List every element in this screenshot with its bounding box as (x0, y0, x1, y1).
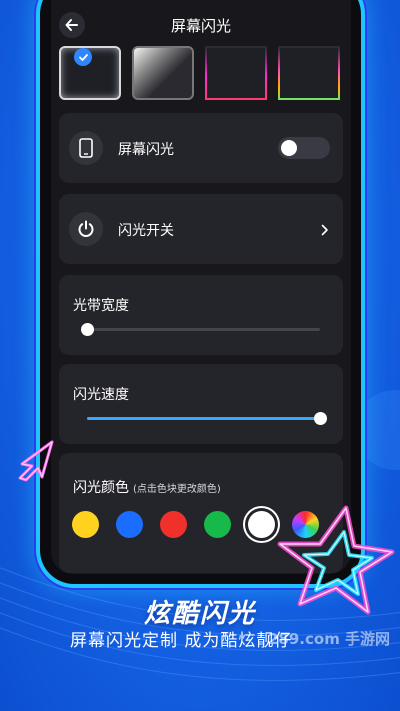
effect-thumbnails (59, 46, 351, 102)
promo-subtitle: 屏幕闪光定制 成为酷炫靓仔 (70, 631, 293, 651)
band-width-track[interactable] (87, 328, 320, 331)
effect-thumbnail-3[interactable] (205, 46, 267, 100)
flash-switch-card[interactable]: 闪光开关 (59, 194, 343, 264)
color-swatch-3[interactable] (160, 511, 187, 538)
flash-color-label: 闪光颜色 (73, 480, 129, 496)
screen-flash-label: 屏幕闪光 (118, 142, 174, 158)
top-bar: 屏幕闪光 (51, 0, 351, 46)
flash-speed-fill (87, 417, 320, 420)
power-icon (69, 212, 103, 246)
watermark-text: 289.com 手游网 (268, 630, 391, 648)
flash-speed-slider-thumb[interactable] (313, 412, 327, 425)
chevron-right-icon (321, 224, 328, 236)
screen-flash-card: 屏幕闪光 (59, 113, 343, 183)
toggle-knob (281, 140, 297, 156)
flash-switch-label: 闪光开关 (118, 223, 174, 239)
flash-speed-label: 闪光速度 (73, 387, 129, 403)
phone-icon (69, 131, 103, 165)
effect-thumbnail-2[interactable] (132, 46, 194, 100)
neon-arrow-icon (18, 440, 54, 482)
promo-title: 炫酷闪光 (143, 599, 256, 629)
page-title: 屏幕闪光 (170, 17, 231, 35)
color-swatch-4[interactable] (204, 511, 231, 538)
check-icon (74, 48, 92, 66)
flash-color-hint: (点击色块更改颜色) (133, 484, 221, 495)
flash-color-heading: 闪光颜色 (点击色块更改颜色) (73, 477, 221, 497)
flash-speed-card: 闪光速度 (59, 364, 343, 444)
band-width-label: 光带宽度 (73, 298, 129, 314)
effect-thumbnail-4[interactable] (278, 46, 340, 100)
color-swatch-2[interactable] (116, 511, 143, 538)
band-width-slider-thumb[interactable] (80, 323, 94, 336)
color-swatch-1[interactable] (72, 511, 99, 538)
app-screen: 屏幕闪光 屏幕闪光 闪光开关 光带宽度 闪光速度 闪光颜色 (点击色块更改颜色) (51, 0, 351, 574)
screen-flash-toggle[interactable] (278, 137, 330, 159)
band-width-card: 光带宽度 (59, 275, 343, 355)
